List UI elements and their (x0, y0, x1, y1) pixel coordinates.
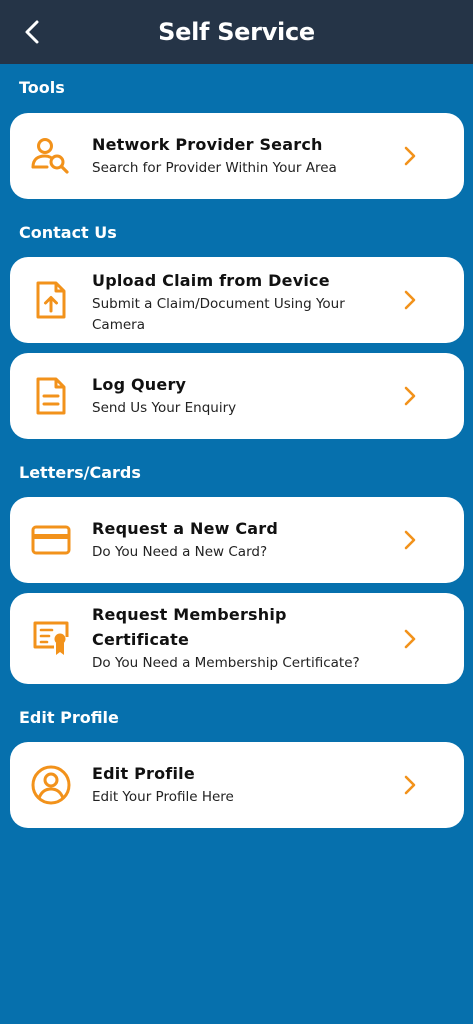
card-title: Edit Profile (92, 764, 195, 783)
card-title: Request Membership Certificate (92, 605, 287, 649)
card-title: Upload Claim from Device (92, 271, 330, 290)
chevron-right-icon (400, 288, 420, 312)
card-subtitle: Edit Your Profile Here (92, 789, 234, 805)
chevron-right-icon (400, 627, 420, 651)
header-bar: Self Service (0, 0, 473, 64)
chevron-left-icon (23, 19, 41, 45)
card-title: Log Query (92, 375, 187, 394)
card-subtitle: Send Us Your Enquiry (92, 400, 237, 416)
network-provider-search-card[interactable]: Network Provider Search Search for Provi… (10, 113, 464, 199)
card-title: Request a New Card (92, 519, 279, 538)
certificate-icon (30, 617, 72, 659)
chevron-right-icon (400, 384, 420, 408)
section-title-edit-profile: Edit Profile (19, 708, 119, 727)
self-service-screen: Self Service Tools Network Provider Sear… (0, 0, 473, 1024)
log-query-card[interactable]: Log Query Send Us Your Enquiry (10, 353, 464, 439)
section-title-tools: Tools (19, 78, 65, 97)
edit-profile-card[interactable]: Edit Profile Edit Your Profile Here (10, 742, 464, 828)
card-title: Network Provider Search (92, 135, 323, 154)
user-circle-icon (30, 764, 72, 806)
card-subtitle: Do You Need a New Card? (92, 544, 268, 560)
card-subtitle: Do You Need a Membership Certificate? (92, 655, 360, 671)
request-membership-certificate-card[interactable]: Request Membership Certificate Do You Ne… (10, 593, 464, 684)
section-title-contact-us: Contact Us (19, 223, 117, 242)
document-icon (30, 375, 72, 417)
credit-card-icon (30, 519, 72, 561)
chevron-right-icon (400, 528, 420, 552)
request-new-card-card[interactable]: Request a New Card Do You Need a New Car… (10, 497, 464, 583)
upload-claim-card[interactable]: Upload Claim from Device Submit a Claim/… (10, 257, 464, 343)
user-search-icon (30, 135, 72, 177)
section-title-letters-cards: Letters/Cards (19, 463, 141, 482)
file-upload-icon (30, 279, 72, 321)
back-button[interactable] (14, 14, 50, 50)
card-subtitle: Search for Provider Within Your Area (92, 160, 337, 176)
page-title: Self Service (158, 18, 315, 46)
chevron-right-icon (400, 144, 420, 168)
card-subtitle: Submit a Claim/Document Using Your Camer… (92, 296, 345, 333)
chevron-right-icon (400, 773, 420, 797)
